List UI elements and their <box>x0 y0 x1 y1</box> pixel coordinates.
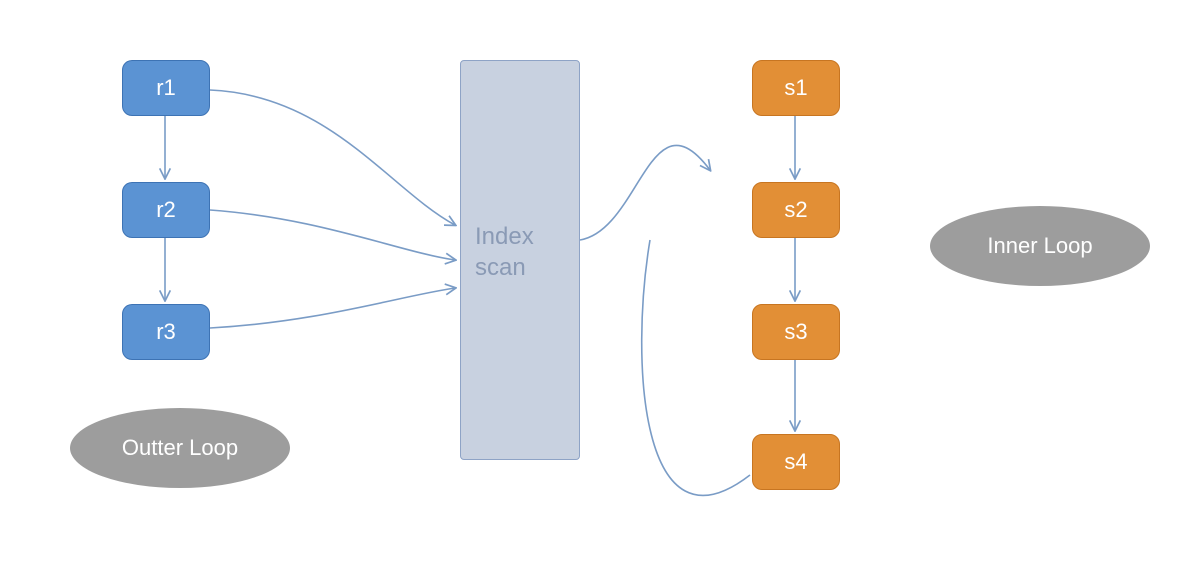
arrow-index-inner <box>580 145 710 240</box>
inner-loop-ellipse: Inner Loop <box>930 206 1150 286</box>
outer-loop-label: Outter Loop <box>122 435 238 461</box>
node-s3-label: s3 <box>784 319 807 345</box>
node-s2: s2 <box>752 182 840 238</box>
index-label-line2: scan <box>475 252 534 283</box>
arrow-r2-index <box>210 210 455 260</box>
node-s3: s3 <box>752 304 840 360</box>
node-s1: s1 <box>752 60 840 116</box>
arrow-r1-index <box>210 90 455 225</box>
node-r2-label: r2 <box>156 197 176 223</box>
index-scan-box: Index scan <box>460 60 580 460</box>
node-r3-label: r3 <box>156 319 176 345</box>
node-r2: r2 <box>122 182 210 238</box>
inner-loop-label: Inner Loop <box>987 233 1092 259</box>
arrow-r3-index <box>210 288 455 328</box>
node-s4: s4 <box>752 434 840 490</box>
node-r1-label: r1 <box>156 75 176 101</box>
node-s1-label: s1 <box>784 75 807 101</box>
node-s2-label: s2 <box>784 197 807 223</box>
node-r1: r1 <box>122 60 210 116</box>
index-label-line1: Index <box>475 221 534 252</box>
arrow-inner-loopback <box>642 240 750 495</box>
node-s4-label: s4 <box>784 449 807 475</box>
diagram-stage: r1 r2 r3 Index scan s1 s2 s3 s4 Outter L… <box>0 0 1200 572</box>
outer-loop-ellipse: Outter Loop <box>70 408 290 488</box>
node-r3: r3 <box>122 304 210 360</box>
